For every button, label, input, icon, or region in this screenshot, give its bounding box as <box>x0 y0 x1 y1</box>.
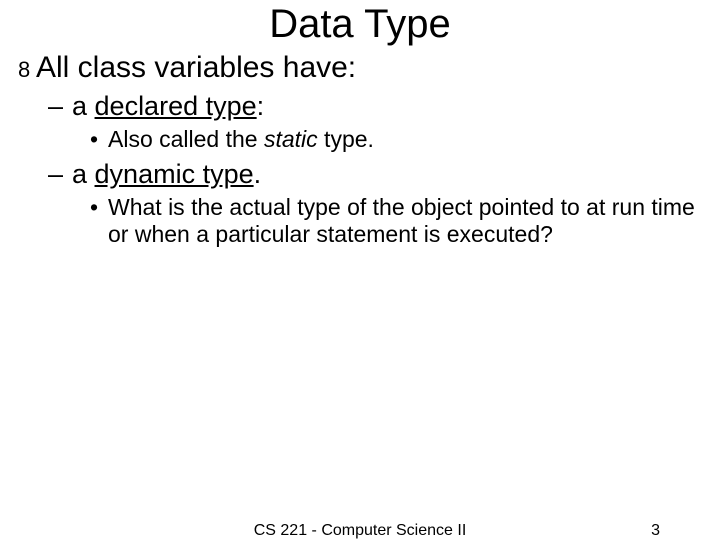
bullet-level-3: • What is the actual type of the object … <box>90 194 702 248</box>
dot-icon: • <box>90 194 108 221</box>
bullet-icon: 8 <box>18 55 36 85</box>
dash-icon: – <box>48 91 72 122</box>
l2a-underlined: declared type <box>95 91 257 121</box>
slide-content: 8 All class variables have: – a declared… <box>0 51 720 248</box>
bullet-level-2: – a dynamic type. <box>48 159 702 190</box>
l2b-underlined: dynamic type <box>95 159 254 189</box>
l3a-suffix: type. <box>318 126 374 152</box>
l1-text: All class variables have: <box>36 51 356 85</box>
l3b-text: What is the actual type of the object po… <box>108 194 702 248</box>
footer-page-number: 3 <box>651 522 660 540</box>
l3a-prefix: Also called the <box>108 126 264 152</box>
l2a-prefix: a <box>72 91 95 121</box>
slide-title: Data Type <box>0 0 720 47</box>
l2b-text: a dynamic type. <box>72 159 261 190</box>
bullet-level-1: 8 All class variables have: <box>18 51 702 85</box>
dash-icon: – <box>48 159 72 190</box>
bullet-level-3: • Also called the static type. <box>90 126 702 153</box>
l2b-suffix: . <box>254 159 262 189</box>
dot-icon: • <box>90 126 108 153</box>
slide: Data Type 8 All class variables have: – … <box>0 0 720 540</box>
l3a-italic: static <box>264 126 318 152</box>
l2a-suffix: : <box>257 91 265 121</box>
l3a-text: Also called the static type. <box>108 126 374 153</box>
l2b-prefix: a <box>72 159 95 189</box>
footer-course: CS 221 - Computer Science II <box>254 522 467 540</box>
bullet-level-2: – a declared type: <box>48 91 702 122</box>
l2a-text: a declared type: <box>72 91 264 122</box>
